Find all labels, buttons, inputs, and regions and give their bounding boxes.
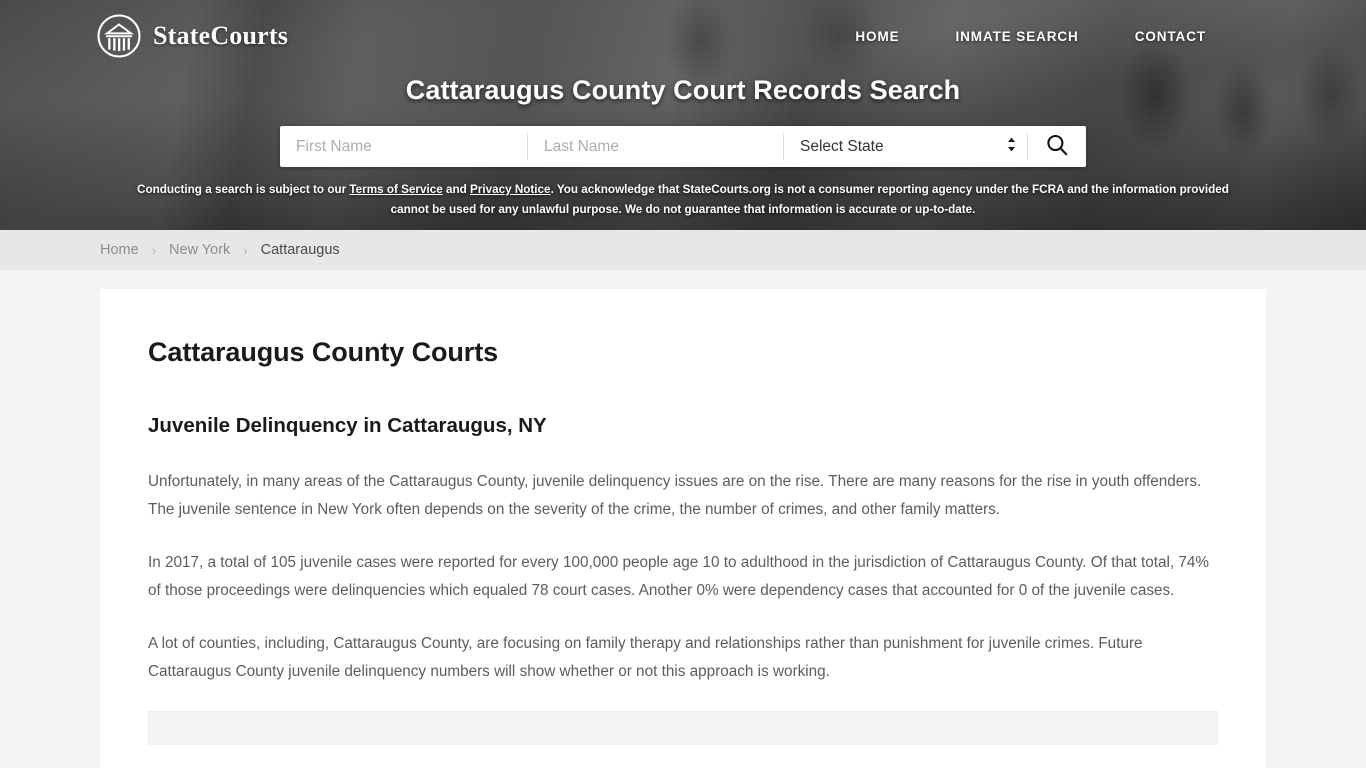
disclaimer-text-part-1: Conducting a search is subject to our: [137, 183, 350, 196]
breadcrumb-item-home[interactable]: Home: [100, 242, 139, 258]
page-title: Cattaraugus County Courts: [148, 337, 499, 367]
content-card: Cattaraugus County Courts Juvenile Delin…: [100, 289, 1266, 768]
paragraph: In 2017, a total of 105 juvenile cases w…: [148, 553, 1209, 600]
first-name-input[interactable]: [280, 126, 527, 167]
brand-name-text: StateCourts: [153, 21, 289, 50]
privacy-notice-link[interactable]: Privacy Notice: [470, 183, 551, 196]
nav-item-contact[interactable]: CONTACT: [1135, 29, 1206, 44]
paragraph: A lot of counties, including, Cattaraugu…: [148, 634, 1143, 681]
breadcrumb-item-cattaraugus: Cattaraugus: [260, 242, 340, 258]
brand-logo-link[interactable]: StateCourts: [96, 13, 288, 59]
paragraph: Unfortunately, in many areas of the Catt…: [148, 473, 1202, 519]
courthouse-circle-logo-icon: [96, 13, 142, 59]
magnifier-icon: [1045, 133, 1069, 160]
search-submit-button[interactable]: [1028, 126, 1086, 167]
courts-table-header: [148, 710, 1218, 745]
chevron-right-icon: ›: [151, 242, 157, 258]
disclaimer-text-part-2: and: [442, 183, 470, 196]
terms-of-service-link[interactable]: Terms of Service: [349, 183, 442, 196]
main-navigation: HOME INMATE SEARCH CONTACT: [855, 29, 1206, 44]
state-select[interactable]: Select State: [784, 126, 1027, 167]
section-heading: Juvenile Delinquency in Cattaraugus, NY: [148, 414, 547, 437]
nav-item-inmate-search[interactable]: INMATE SEARCH: [956, 29, 1079, 44]
page-body: Cattaraugus County Courts Juvenile Delin…: [0, 270, 1366, 768]
court-records-search-form: Select State: [280, 126, 1086, 167]
top-navigation-bar: StateCourts HOME INMATE SEARCH CONTACT: [0, 0, 1366, 72]
state-select-wrapper: Select State: [784, 126, 1027, 167]
breadcrumb-item-new-york[interactable]: New York: [169, 242, 230, 258]
search-disclaimer: Conducting a search is subject to our Te…: [128, 180, 1238, 220]
last-name-input[interactable]: [528, 126, 783, 167]
nav-item-home[interactable]: HOME: [855, 29, 899, 44]
chevron-right-icon: ›: [243, 242, 248, 258]
breadcrumb-bar: Home › New York › Cattaraugus: [0, 230, 1366, 270]
site-header: StateCourts HOME INMATE SEARCH CONTACT C…: [0, 0, 1366, 230]
hero-title: Cattaraugus County Court Records Search: [405, 75, 961, 105]
breadcrumb: Home › New York › Cattaraugus: [100, 242, 340, 258]
